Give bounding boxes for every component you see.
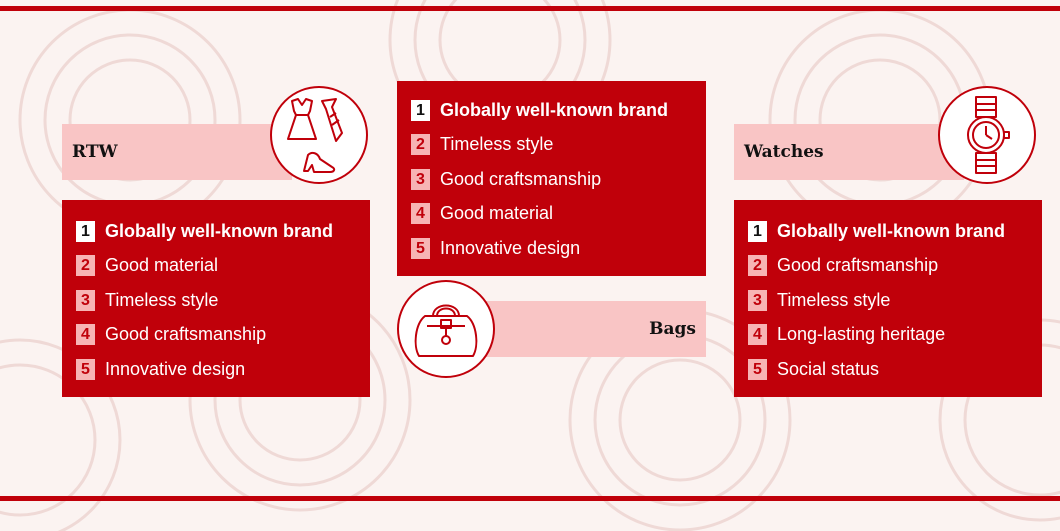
rank-number: 2 xyxy=(411,134,430,156)
item-text: Innovative design xyxy=(105,358,246,379)
list-item: 4 Long-lasting heritage xyxy=(734,318,1042,353)
list-item: 2 Good material xyxy=(62,249,370,284)
rank-number: 5 xyxy=(76,358,95,380)
list-item: 3 Timeless style xyxy=(62,283,370,318)
item-text: Timeless style xyxy=(440,134,554,155)
watches-list: 1 Globally well-known brand 2 Good craftsm… xyxy=(734,200,1042,397)
item-text: Globally well-known brand xyxy=(440,99,669,120)
bags-icon-circle xyxy=(397,280,495,378)
rank-number: 4 xyxy=(748,324,767,346)
rank-number: 3 xyxy=(76,289,95,311)
rank-number: 1 xyxy=(76,220,95,242)
list-item: 1 Globally well-known brand xyxy=(734,214,1042,249)
list-item: 1 Globally well-known brand xyxy=(397,93,706,128)
list-item: 3 Good craftsmanship xyxy=(397,162,706,197)
wristwatch-icon xyxy=(967,96,1010,174)
rank-number: 1 xyxy=(411,99,430,121)
bags-label-band: Bags xyxy=(480,301,706,357)
list-item: 4 Good material xyxy=(397,197,706,232)
list-item: 1 Globally well-known brand xyxy=(62,214,370,249)
rank-number: 3 xyxy=(411,168,430,190)
rtw-list: 1 Globally well-known brand 2 Good materia… xyxy=(62,200,370,397)
list-item: 2 Timeless style xyxy=(397,128,706,163)
top-rule xyxy=(0,6,1060,11)
item-text: Good craftsmanship xyxy=(440,168,602,189)
bags-list: 1 Globally well-known brand 2 Timeless sty… xyxy=(397,81,706,276)
watches-label: Watches xyxy=(744,142,824,162)
rank-number: 2 xyxy=(76,255,95,277)
item-text: Innovative design xyxy=(440,237,581,258)
rank-number: 4 xyxy=(76,324,95,346)
watches-label-band: Watches xyxy=(734,124,964,180)
rank-number: 4 xyxy=(411,203,430,225)
rtw-icon-circle xyxy=(270,86,368,184)
item-text: Good material xyxy=(440,203,554,224)
rank-number: 5 xyxy=(748,358,767,380)
list-item: 5 Innovative design xyxy=(397,231,706,266)
item-text: Good craftsmanship xyxy=(777,255,939,276)
list-item: 5 Social status xyxy=(734,352,1042,387)
item-text: Long-lasting heritage xyxy=(777,324,946,345)
item-text: Globally well-known brand xyxy=(105,220,334,241)
item-text: Globally well-known brand xyxy=(777,220,1006,241)
clothing-icon xyxy=(287,98,343,173)
handbag-icon xyxy=(414,304,478,357)
rank-number: 1 xyxy=(748,220,767,242)
rank-number: 2 xyxy=(748,255,767,277)
rtw-label: RTW xyxy=(72,142,118,162)
list-item: 5 Innovative design xyxy=(62,352,370,387)
rtw-label-band: RTW xyxy=(62,124,292,180)
list-item: 2 Good craftsmanship xyxy=(734,249,1042,284)
list-item: 3 Timeless style xyxy=(734,283,1042,318)
bags-label: Bags xyxy=(649,319,696,339)
list-item: 4 Good craftsmanship xyxy=(62,318,370,353)
item-text: Timeless style xyxy=(777,289,891,310)
item-text: Social status xyxy=(777,358,880,379)
bottom-rule xyxy=(0,496,1060,501)
item-text: Good craftsmanship xyxy=(105,324,267,345)
rank-number: 5 xyxy=(411,237,430,259)
item-text: Good material xyxy=(105,255,219,276)
rank-number: 3 xyxy=(748,289,767,311)
item-text: Timeless style xyxy=(105,289,219,310)
watches-icon-circle xyxy=(938,86,1036,184)
